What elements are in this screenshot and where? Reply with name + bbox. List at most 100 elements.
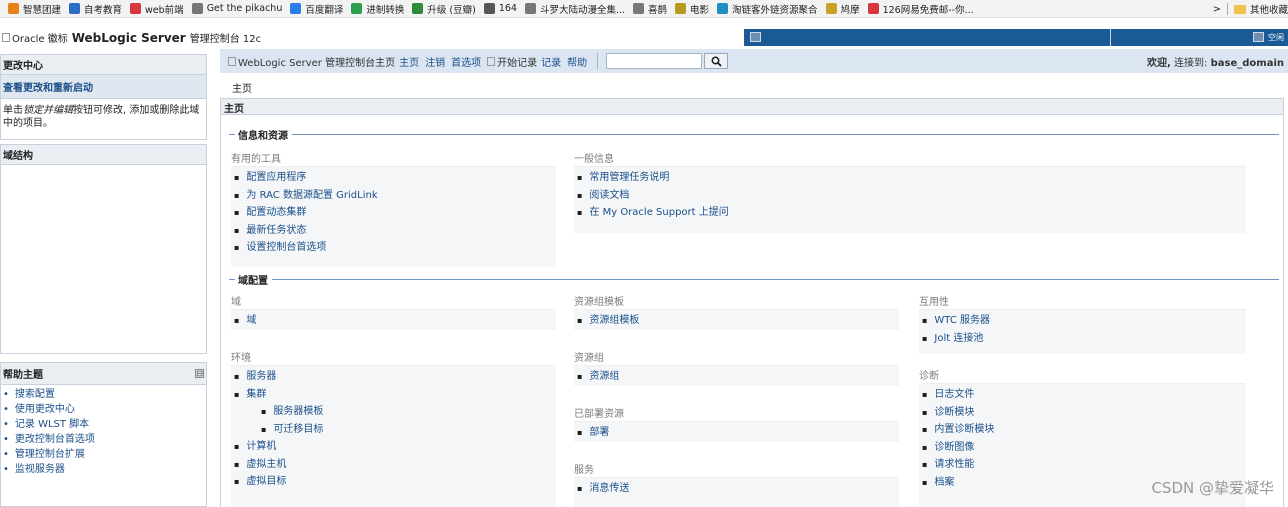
bookmark-item[interactable]: 喜鹊 <box>633 2 667 16</box>
help-topic-link[interactable]: 监视服务器 <box>3 462 206 477</box>
group-domain: 域 域 <box>231 296 556 330</box>
help-topic-link[interactable]: 记录 WLST 脚本 <box>3 417 206 432</box>
bookmark-item[interactable]: 电影 <box>675 2 709 16</box>
collapse-icon[interactable]: ⊟ <box>195 369 204 378</box>
bookmark-item[interactable]: 鸠摩 <box>825 2 860 16</box>
diag-link[interactable]: 日志文件 <box>919 386 1246 404</box>
view-changes-restarts-link[interactable]: 查看更改和重新启动 <box>1 75 206 99</box>
bookmark-item[interactable]: 164 <box>483 3 517 14</box>
bookmark-item[interactable]: 淘链客外链资源聚合 <box>717 2 818 16</box>
bookmark-item[interactable]: 自考教育 <box>69 2 122 16</box>
change-center-panel: 更改中心 查看更改和重新启动 单击锁定并编辑按钮可修改, 添加或删除此域中的项目… <box>0 54 207 140</box>
group-title: 一般信息 <box>574 153 1246 167</box>
bookmark-favicon-icon <box>69 3 81 14</box>
env-link[interactable]: 虚拟目标 <box>231 473 556 491</box>
weblogic-logo-icon <box>228 56 236 66</box>
other-bookmarks-folder[interactable]: 其他收藏 <box>1233 2 1288 16</box>
group-services: 服务 消息传送 <box>574 464 899 507</box>
group-deployed-resources: 已部署资源 部署 <box>574 408 899 442</box>
record-logo[interactable]: 开始记录 <box>487 54 537 69</box>
group-environment: 环境 服务器 集群 服务器模板 可迁移目标 计算机 虚拟主机 虚拟目标 <box>231 352 556 507</box>
tool-link[interactable]: 设置控制台首选项 <box>231 239 556 257</box>
bookmark-item[interactable]: 126网易免费邮--你... <box>867 2 974 16</box>
info-link[interactable]: 阅读文档 <box>574 187 1246 205</box>
main-content: 主页 信息和资源 有用的工具 配置应用程序 为 RAC 数据源配置 GridLi… <box>220 98 1284 507</box>
group-interoperability: 互用性 WTC 服务器 Jolt 连接池 <box>919 296 1246 354</box>
env-sub-link[interactable]: 服务器模板 <box>231 403 556 421</box>
help-topic-link[interactable]: 更改控制台首选项 <box>3 432 206 447</box>
group-title: 有用的工具 <box>231 153 556 167</box>
help-topic-link[interactable]: 搜索配置 <box>3 387 206 402</box>
bookmark-favicon-icon <box>633 3 645 14</box>
info-link[interactable]: 常用管理任务说明 <box>574 169 1246 187</box>
folder-icon <box>1233 4 1246 14</box>
search-input[interactable] <box>606 53 703 69</box>
group-resource-groups: 资源组 资源组 <box>574 352 899 386</box>
group-resource-group-templates: 资源组模板 资源组模板 <box>574 296 899 330</box>
diag-link[interactable]: 内置诊断模块 <box>919 421 1246 439</box>
diag-link[interactable]: 诊断图像 <box>919 439 1246 457</box>
breadcrumb[interactable]: 主页 <box>232 80 252 95</box>
console-name: 管理控制台 12c <box>189 34 262 45</box>
env-link[interactable]: 计算机 <box>231 438 556 456</box>
group-useful-tools: 有用的工具 配置应用程序 为 RAC 数据源配置 GridLink 配置动态集群… <box>231 153 556 267</box>
bookmark-favicon-icon <box>524 3 536 14</box>
tool-link[interactable]: 为 RAC 数据源配置 GridLink <box>231 187 556 205</box>
preferences-link[interactable]: 首选项 <box>451 54 481 69</box>
search-button[interactable] <box>704 53 729 69</box>
bookmark-favicon-icon <box>8 3 19 14</box>
interop-link[interactable]: Jolt 连接池 <box>919 330 1246 348</box>
change-center-description: 单击锁定并编辑按钮可修改, 添加或删除此域中的项目。 <box>3 105 200 129</box>
bookmark-item[interactable]: 升级 (豆瓣) <box>412 2 476 16</box>
bookmark-favicon-icon <box>191 3 203 14</box>
bookmark-item[interactable]: 斗罗大陆动漫全集... <box>524 2 625 16</box>
env-link[interactable]: 服务器 <box>231 368 556 386</box>
idle-status-label: 空闲 <box>1268 33 1284 42</box>
logout-link[interactable]: 注销 <box>425 54 445 69</box>
help-link[interactable]: 帮助 <box>567 54 587 69</box>
help-topics-panel: 帮助主题 ⊟ 搜索配置 使用更改中心 记录 WLST 脚本 更改控制台首选项 管… <box>0 362 207 507</box>
tool-link[interactable]: 配置动态集群 <box>231 204 556 222</box>
record-link[interactable]: 记录 <box>541 54 561 69</box>
diag-link[interactable]: 诊断模块 <box>919 404 1246 422</box>
home-link[interactable]: 主页 <box>399 54 419 69</box>
bookmark-item[interactable]: 进制转换 <box>351 2 404 16</box>
idle-status-icon <box>1253 32 1264 42</box>
messaging-link[interactable]: 消息传送 <box>574 480 899 498</box>
env-link[interactable]: 集群 <box>231 386 556 404</box>
help-topic-link[interactable]: 管理控制台扩展 <box>3 447 206 462</box>
domain-structure-panel: 域结构 <box>0 144 207 354</box>
bookmark-favicon-icon <box>351 3 363 14</box>
tool-link[interactable]: 配置应用程序 <box>231 169 556 187</box>
rgt-link[interactable]: 资源组模板 <box>574 312 899 330</box>
watermark: CSDN @挚爱凝华 <box>1151 479 1274 497</box>
bookmark-favicon-icon <box>867 3 879 14</box>
domain-link[interactable]: 域 <box>231 312 556 330</box>
chevron-right-icon[interactable]: > <box>1213 4 1221 15</box>
bookmarks-overflow: > 其他收藏 <box>1206 0 1288 17</box>
bookmark-item[interactable]: web前端 <box>130 2 184 16</box>
home-logo[interactable]: WebLogic Server 管理控制台主页 <box>228 54 395 69</box>
bookmark-favicon-icon <box>130 3 142 14</box>
tool-link[interactable]: 最新任务状态 <box>231 222 556 240</box>
bookmark-item[interactable]: 百度翻译 <box>290 2 343 16</box>
env-link[interactable]: 虚拟主机 <box>231 456 556 474</box>
rg-link[interactable]: 资源组 <box>574 368 899 386</box>
search-icon <box>711 56 722 67</box>
bookmark-item[interactable]: 智慧团建 <box>8 2 61 16</box>
bookmark-item[interactable]: Get the pikachu <box>191 3 282 14</box>
bookmark-favicon-icon <box>412 3 424 14</box>
product-name: WebLogic Server <box>71 30 186 45</box>
bookmark-favicon-icon <box>825 3 837 14</box>
interop-link[interactable]: WTC 服务器 <box>919 312 1246 330</box>
deployments-link[interactable]: 部署 <box>574 424 899 442</box>
record-icon <box>487 56 496 66</box>
page-title: 主页 <box>221 99 1283 115</box>
console-brand: Oracle 徽标 WebLogic Server 管理控制台 12c <box>0 30 261 45</box>
env-sub-link[interactable]: 可迁移目标 <box>231 421 556 439</box>
diag-link[interactable]: 请求性能 <box>919 456 1246 474</box>
bookmark-favicon-icon <box>290 3 302 14</box>
console-toolbar: WebLogic Server 管理控制台主页 主页 注销 首选项 开始记录 记… <box>220 49 1288 73</box>
help-topic-link[interactable]: 使用更改中心 <box>3 402 206 417</box>
info-link[interactable]: 在 My Oracle Support 上提问 <box>574 204 1246 222</box>
